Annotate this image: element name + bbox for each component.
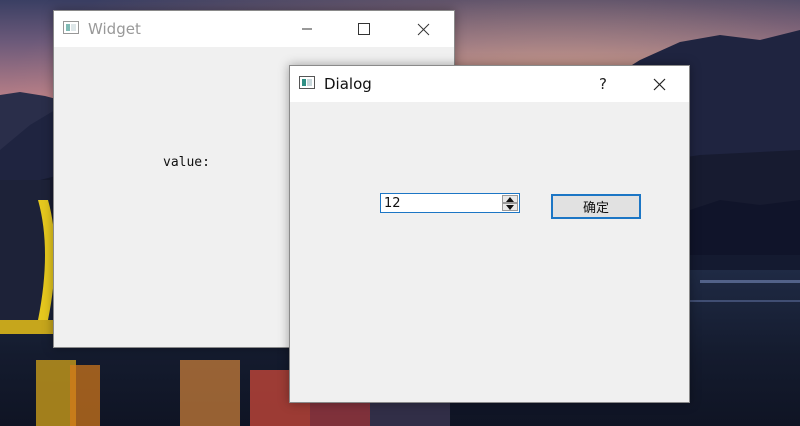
ok-button[interactable]: 确定 xyxy=(551,194,641,219)
spinbox-arrows xyxy=(502,195,518,211)
value-label: value: xyxy=(163,155,210,170)
dialog-titlebar[interactable]: Dialog ? xyxy=(290,66,689,102)
spinbox-value[interactable]: 12 xyxy=(384,196,401,211)
widget-close-button[interactable] xyxy=(400,11,446,47)
value-spinbox[interactable]: 12 xyxy=(380,193,520,213)
maximize-icon xyxy=(358,23,370,35)
dialog-title: Dialog xyxy=(324,75,372,93)
help-button[interactable]: ? xyxy=(580,66,626,102)
close-icon xyxy=(653,78,665,90)
widget-titlebar[interactable]: Widget xyxy=(54,11,454,47)
dialog-close-button[interactable] xyxy=(636,66,682,102)
app-window-icon xyxy=(299,76,315,89)
dialog-window: Dialog ? 12 确定 xyxy=(289,65,690,403)
minimize-button[interactable] xyxy=(284,11,330,47)
app-window-icon xyxy=(63,21,79,34)
spin-up-button[interactable] xyxy=(502,195,518,203)
arrow-down-icon xyxy=(506,204,514,210)
close-icon xyxy=(417,23,429,35)
arrow-up-icon xyxy=(506,196,514,202)
widget-title: Widget xyxy=(88,20,141,38)
spin-down-button[interactable] xyxy=(502,203,518,211)
minimize-icon xyxy=(302,28,312,30)
ok-button-label: 确定 xyxy=(582,201,609,216)
maximize-button[interactable] xyxy=(341,11,387,47)
help-icon: ? xyxy=(599,75,607,93)
